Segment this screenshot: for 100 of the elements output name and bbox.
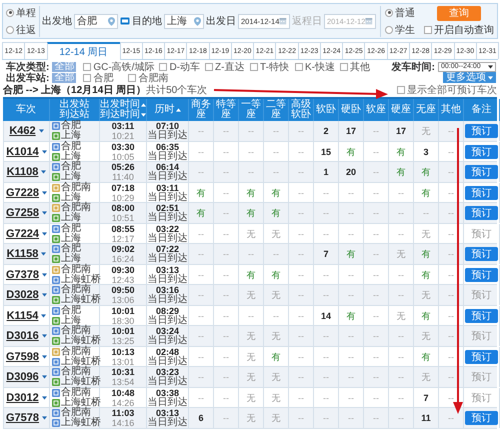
checkbox[interactable]	[340, 62, 348, 70]
train-number[interactable]: K1154	[6, 310, 38, 320]
checkbox[interactable]	[83, 62, 92, 70]
search-button[interactable]: 查询	[437, 6, 481, 20]
book-button[interactable]: 预订	[465, 206, 498, 220]
caret-icon[interactable]	[42, 190, 48, 194]
seat-count: 无	[246, 228, 256, 238]
from-field[interactable]: 合肥	[74, 14, 118, 28]
column-header[interactable]: 车次	[16, 105, 36, 115]
train-number[interactable]: G7578	[6, 413, 40, 423]
book-button[interactable]: 预订	[465, 350, 498, 364]
seat-count: --	[448, 352, 454, 362]
caret-icon[interactable]	[42, 150, 47, 154]
train-number[interactable]: G7228	[6, 188, 40, 198]
column-header[interactable]: 软座	[366, 105, 386, 115]
seat-count: --	[198, 372, 204, 382]
caret-icon[interactable]	[42, 293, 47, 297]
checkbox[interactable]	[128, 74, 136, 82]
caret-icon[interactable]	[42, 416, 48, 420]
column-header[interactable]: 一等座	[239, 100, 263, 120]
book-button[interactable]: 预订	[465, 144, 498, 158]
checkbox[interactable]	[424, 26, 432, 34]
caret-icon[interactable]	[41, 314, 46, 318]
seat-count: --	[223, 290, 229, 300]
column-header[interactable]: 商务座	[189, 100, 213, 120]
checkbox[interactable]	[159, 62, 168, 70]
column-header[interactable]: 出发时间	[100, 100, 146, 110]
seat-count: --	[348, 372, 354, 382]
caret-icon[interactable]	[42, 211, 48, 215]
column-header[interactable]: 硬座	[391, 105, 411, 115]
train-number[interactable]: K1108	[6, 167, 38, 177]
seat-count: 15	[320, 146, 331, 156]
radio-button[interactable]	[385, 26, 393, 34]
column-header[interactable]: 出发站	[60, 100, 90, 110]
seat-count: 无	[422, 126, 430, 136]
seat-count: --	[423, 208, 429, 218]
column-header[interactable]: 其他	[441, 105, 461, 115]
seat-count: 有	[422, 270, 430, 280]
book-button[interactable]: 预订	[465, 308, 498, 322]
train-number[interactable]: G7224	[6, 228, 40, 238]
checkbox[interactable]	[205, 62, 214, 70]
caret-icon[interactable]	[38, 129, 44, 133]
caret-icon[interactable]	[42, 375, 47, 379]
seat-count: 有	[246, 208, 256, 218]
checkbox[interactable]	[250, 62, 258, 70]
checkbox[interactable]	[397, 86, 405, 94]
column-header[interactable]: 历时	[154, 105, 180, 115]
to-field[interactable]: 上海	[164, 14, 204, 28]
radio-button[interactable]	[6, 8, 14, 16]
column-header[interactable]: 软卧	[291, 110, 311, 120]
checkbox[interactable]	[295, 62, 304, 70]
sort-icon	[141, 103, 146, 107]
radio-button[interactable]	[385, 8, 393, 16]
book-button[interactable]: 预订	[465, 411, 498, 425]
train-number[interactable]: G7258	[6, 208, 40, 218]
caret-icon[interactable]	[42, 354, 48, 358]
seat-count: --	[223, 310, 229, 320]
seat-count: --	[323, 392, 329, 402]
column-header[interactable]: 无座	[416, 105, 436, 115]
seat-count: --	[298, 249, 304, 259]
seat-count: --	[373, 126, 379, 136]
train-number[interactable]: K462	[9, 126, 36, 136]
caret-icon[interactable]	[42, 396, 47, 400]
caret-icon[interactable]	[41, 170, 46, 174]
more-options-button[interactable]: 更多选项	[443, 72, 496, 83]
swap-icon[interactable]	[120, 17, 130, 25]
caret-icon[interactable]	[42, 272, 48, 276]
caret-icon[interactable]	[42, 232, 48, 236]
book-button[interactable]: 预订	[465, 124, 498, 138]
seat-count: 无	[246, 352, 256, 362]
column-header[interactable]: 特等座	[214, 100, 238, 120]
checkbox-label: D-动车	[169, 60, 200, 74]
book-button[interactable]: 预订	[465, 165, 498, 179]
column-header[interactable]: 高级	[291, 100, 311, 110]
column-header[interactable]: 硬卧	[341, 105, 361, 115]
train-number[interactable]: D3028	[6, 290, 39, 300]
date-tab[interactable]: 12-14 周日	[46, 42, 121, 60]
column-header[interactable]: 到达站	[60, 110, 90, 120]
column-header[interactable]: 备注	[472, 105, 492, 115]
train-number[interactable]: K1158	[6, 249, 38, 259]
column-header[interactable]: 二等座	[264, 100, 288, 120]
caret-icon[interactable]	[42, 334, 47, 338]
column-header[interactable]: 到达时间	[100, 110, 146, 120]
column-header[interactable]: 软卧	[316, 105, 336, 115]
radio-button[interactable]	[6, 26, 14, 34]
train-number[interactable]: K1014	[6, 146, 39, 156]
book-button[interactable]: 预订	[465, 186, 498, 200]
book-button[interactable]: 预订	[465, 268, 498, 282]
train-number[interactable]: D3096	[6, 372, 39, 382]
arrival-day: 当日到达	[148, 131, 188, 141]
train-number[interactable]: D3016	[6, 331, 39, 341]
filter-label: 出发车站:	[6, 72, 50, 84]
book-button[interactable]: 预订	[465, 247, 498, 261]
train-number[interactable]: G7378	[6, 270, 40, 280]
station-name: 合肥	[61, 121, 81, 131]
train-number[interactable]: D3012	[6, 392, 39, 402]
caret-icon[interactable]	[41, 252, 46, 256]
train-number[interactable]: G7598	[6, 352, 40, 362]
seat-count: --	[323, 188, 329, 198]
checkbox[interactable]	[83, 74, 92, 82]
